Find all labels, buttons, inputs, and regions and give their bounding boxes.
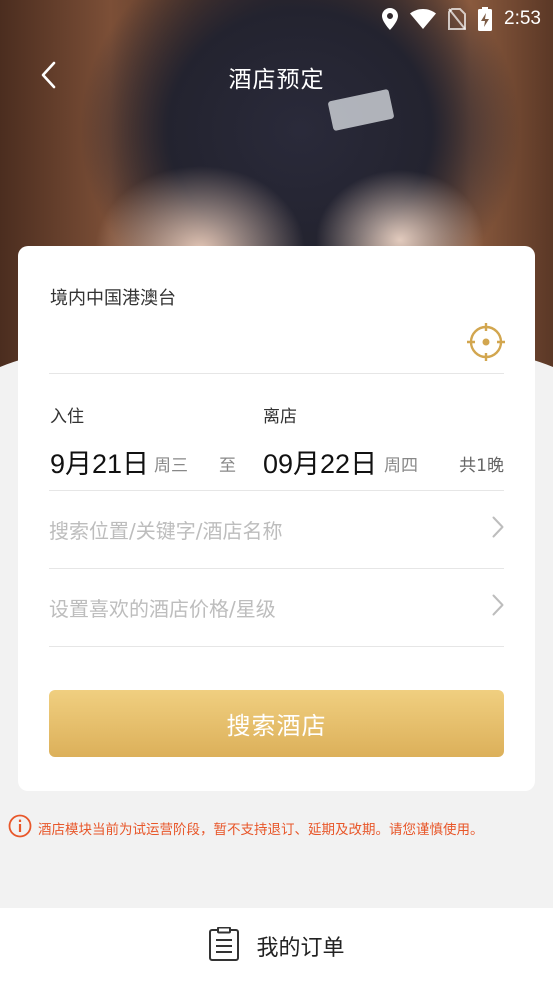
title-bar: 酒店预定: [0, 50, 553, 104]
check-in-date[interactable]: 9月21日: [50, 442, 149, 481]
battery-charging-icon: [478, 7, 493, 31]
chevron-left-icon: [40, 61, 56, 93]
location-status-icon: [382, 8, 399, 30]
search-hotel-button[interactable]: 搜索酒店: [49, 690, 504, 757]
status-bar: 2:53: [0, 0, 553, 38]
order-list-icon: [208, 926, 240, 965]
check-out-weekday: 周四: [384, 456, 418, 476]
my-orders-label: 我的订单: [256, 935, 345, 961]
my-orders-button[interactable]: 我的订单: [0, 908, 553, 983]
search-location-placeholder: 搜索位置/关键字/酒店名称: [49, 518, 283, 543]
notice-text: 酒店模块当前为试运营阶段，暂不支持退订、延期及改期。请您谨慎使用。: [38, 822, 484, 838]
search-location-input[interactable]: 搜索位置/关键字/酒店名称: [49, 491, 504, 567]
chevron-right-icon: [492, 594, 504, 620]
nights-count: 共1晚: [459, 456, 504, 476]
back-button[interactable]: [30, 58, 66, 96]
price-star-placeholder: 设置喜欢的酒店价格/星级: [49, 596, 276, 621]
divider: [49, 373, 504, 374]
no-sim-icon: [448, 8, 467, 30]
check-in-weekday: 周三: [154, 456, 188, 476]
locate-button[interactable]: [467, 323, 505, 361]
divider: [49, 646, 504, 647]
check-in-label: 入住: [50, 407, 84, 427]
date-separator: 至: [219, 456, 236, 476]
check-out-label: 离店: [263, 407, 297, 427]
info-icon: [8, 814, 32, 842]
chevron-right-icon: [492, 516, 504, 542]
booking-card: 境内中国港澳台 入住 离店 9月21日 周三 至 09月22日 周四 共1晚 搜…: [18, 246, 535, 791]
status-time: 2:53: [504, 8, 541, 29]
notice: 酒店模块当前为试运营阶段，暂不支持退订、延期及改期。请您谨慎使用。: [8, 814, 549, 842]
wifi-icon: [410, 9, 437, 29]
region-selector[interactable]: 境内中国港澳台: [50, 284, 176, 310]
check-out-date[interactable]: 09月22日: [263, 442, 377, 481]
target-location-icon: [467, 323, 505, 365]
page-title: 酒店预定: [228, 67, 325, 93]
price-star-filter[interactable]: 设置喜欢的酒店价格/星级: [49, 569, 504, 645]
